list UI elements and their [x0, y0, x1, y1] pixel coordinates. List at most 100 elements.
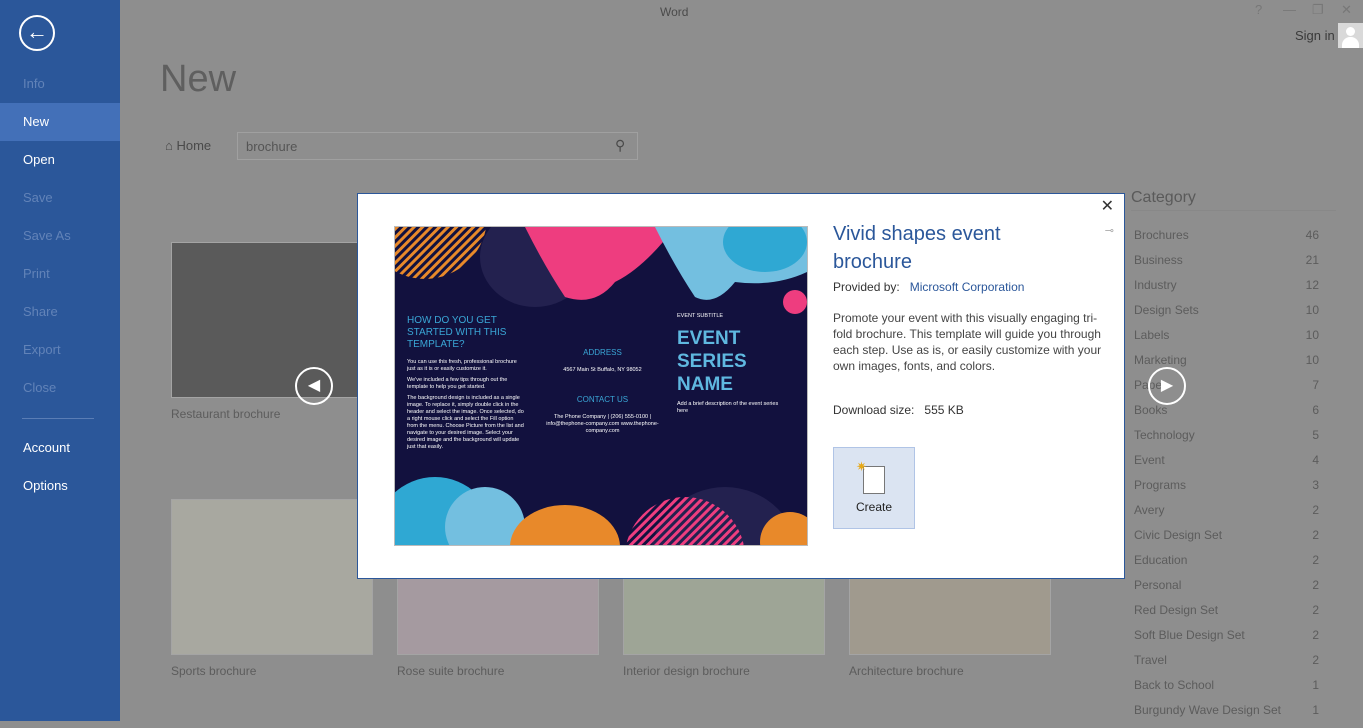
category-item[interactable]: Back to School 1 — [1134, 678, 1319, 703]
minimize-icon[interactable]: — — [1283, 2, 1296, 17]
nav-share[interactable]: Share — [0, 293, 120, 331]
category-label: Brochures — [1134, 228, 1189, 242]
category-item[interactable]: Burgundy Wave Design Set 1 — [1134, 703, 1319, 728]
nav-open[interactable]: Open — [0, 141, 120, 179]
category-item[interactable]: Technology 5 — [1134, 428, 1319, 453]
nav-print[interactable]: Print — [0, 255, 120, 293]
nav-close[interactable]: Close — [0, 369, 120, 407]
category-item[interactable]: Soft Blue Design Set 2 — [1134, 628, 1319, 653]
nav-export[interactable]: Export — [0, 331, 120, 369]
category-item[interactable]: Red Design Set 2 — [1134, 603, 1319, 628]
category-label: Burgundy Wave Design Set — [1134, 703, 1281, 717]
category-count: 2 — [1312, 578, 1319, 592]
category-label: Travel — [1134, 653, 1167, 667]
category-count: 2 — [1312, 603, 1319, 617]
category-label: Industry — [1134, 278, 1177, 292]
template-label[interactable]: Rose suite brochure — [397, 664, 504, 678]
category-label: Avery — [1134, 503, 1165, 517]
category-item[interactable]: Avery 2 — [1134, 503, 1319, 528]
download-size-value: 555 KB — [924, 403, 964, 417]
category-count: 7 — [1312, 378, 1319, 392]
provider-row: Provided by: Microsoft Corporation — [833, 280, 1024, 294]
close-window-icon[interactable]: ✕ — [1341, 2, 1352, 18]
category-item[interactable]: Event 4 — [1134, 453, 1319, 478]
close-icon[interactable]: ✕ — [1101, 196, 1114, 216]
download-size-row: Download size: 555 KB — [833, 403, 964, 417]
create-label: Create — [855, 500, 893, 514]
category-label: Books — [1134, 403, 1168, 417]
category-item[interactable]: Travel 2 — [1134, 653, 1319, 678]
category-count: 2 — [1312, 528, 1319, 542]
pin-icon[interactable]: ⊸ — [1105, 224, 1114, 237]
category-title: Category — [1131, 189, 1196, 206]
template-label[interactable]: Restaurant brochure — [171, 407, 280, 421]
category-item[interactable]: Civic Design Set 2 — [1134, 528, 1319, 553]
new-document-icon — [856, 459, 885, 494]
category-item[interactable]: Programs 3 — [1134, 478, 1319, 503]
window-title: Word — [660, 5, 689, 19]
category-count: 5 — [1312, 428, 1319, 442]
category-label: Business — [1134, 253, 1183, 267]
divider — [1131, 210, 1336, 211]
help-icon[interactable]: ? — [1255, 2, 1262, 17]
category-item[interactable]: Business 21 — [1134, 253, 1319, 278]
preview-brief: Add a brief description of the event ser… — [677, 401, 779, 414]
category-item[interactable]: Books 6 — [1134, 403, 1319, 428]
nav-account[interactable]: Account — [0, 429, 120, 467]
nav-save[interactable]: Save — [0, 179, 120, 217]
category-item[interactable]: Brochures 46 — [1134, 228, 1319, 253]
template-thumb-sports[interactable] — [171, 499, 373, 655]
category-count: 1 — [1312, 703, 1319, 717]
category-item[interactable]: Industry 12 — [1134, 278, 1319, 303]
preview-text: We've included a few tips through out th… — [407, 377, 508, 390]
page-title: New — [160, 58, 237, 100]
category-label: Marketing — [1134, 353, 1187, 367]
nav-options[interactable]: Options — [0, 467, 120, 505]
preview-text: You can use this fresh, professional bro… — [407, 359, 517, 372]
category-count: 2 — [1312, 553, 1319, 567]
pink-dot — [783, 290, 807, 314]
nav-info[interactable]: Info — [0, 65, 120, 103]
category-item[interactable]: Labels 10 — [1134, 328, 1319, 353]
category-label: Design Sets — [1134, 303, 1199, 317]
preview-address: 4567 Main St Buffalo, NY 98052 — [563, 367, 642, 373]
template-thumb-restaurant[interactable] — [171, 242, 373, 398]
template-description: Promote your event with this visually en… — [833, 311, 1102, 373]
restore-icon[interactable]: ❐ — [1312, 2, 1324, 18]
search-input[interactable] — [237, 132, 638, 160]
category-count: 2 — [1312, 628, 1319, 642]
template-preview-image: HOW DO YOU GET STARTED WITH THIS TEMPLAT… — [394, 226, 808, 546]
template-label[interactable]: Architecture brochure — [849, 664, 964, 678]
category-item[interactable]: Education 2 — [1134, 553, 1319, 578]
back-arrow-icon[interactable]: ← — [19, 15, 55, 51]
nav-new[interactable]: New — [0, 103, 120, 141]
category-count: 21 — [1305, 253, 1319, 267]
template-label[interactable]: Sports brochure — [171, 664, 256, 678]
preview-contact: The Phone Company | (206) 555-0100 | inf… — [546, 414, 659, 434]
template-title: Vivid shapes event brochure — [833, 223, 1001, 273]
template-label[interactable]: Interior design brochure — [623, 664, 750, 678]
previous-template-button[interactable]: ◀ — [295, 367, 333, 405]
sign-in-link[interactable]: Sign in — [1295, 28, 1335, 43]
category-label: Education — [1134, 553, 1188, 567]
create-button[interactable]: Create — [833, 447, 915, 529]
category-label: Programs — [1134, 478, 1187, 492]
category-count: 3 — [1312, 478, 1319, 492]
download-size-label: Download size: — [833, 403, 915, 417]
next-template-button[interactable]: ▶ — [1148, 367, 1186, 405]
category-item[interactable]: Personal 2 — [1134, 578, 1319, 603]
category-count: 6 — [1312, 403, 1319, 417]
category-label: Labels — [1134, 328, 1170, 342]
category-count: 10 — [1305, 328, 1319, 342]
preview-event-name: EVENT SERIES NAME — [677, 328, 747, 395]
category-count: 2 — [1312, 653, 1319, 667]
category-item[interactable]: Design Sets 10 — [1134, 303, 1319, 328]
provider-link[interactable]: Microsoft Corporation — [910, 280, 1025, 294]
search-icon[interactable]: ⚲ — [615, 137, 625, 154]
home-link[interactable]: ⌂ Home — [165, 138, 211, 153]
preview-address-heading: ADDRESS — [583, 348, 622, 357]
nav-save-as[interactable]: Save As — [0, 217, 120, 255]
category-count: 10 — [1305, 303, 1319, 317]
preview-subtitle: EVENT SUBTITLE — [677, 313, 724, 319]
avatar-icon[interactable] — [1338, 23, 1363, 48]
